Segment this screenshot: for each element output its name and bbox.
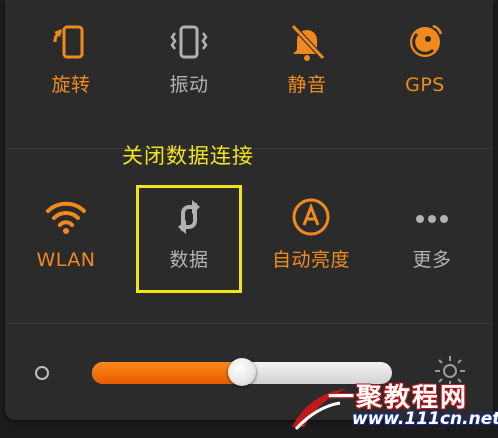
mute-icon <box>291 24 325 61</box>
toggle-wlan[interactable]: WLAN <box>16 195 116 271</box>
toggle-rotate[interactable]: 旋转 <box>21 20 121 96</box>
toggle-label: 振动 <box>169 74 209 96</box>
toggle-gps[interactable]: GPS <box>375 20 475 96</box>
vibrate-icon <box>170 25 208 59</box>
toggle-row-2: WLAN 数据 自动亮度 更多 <box>5 195 493 285</box>
toggle-data[interactable]: 数据 <box>139 195 239 271</box>
gps-icon <box>410 24 443 57</box>
toggle-label: 静音 <box>287 74 327 96</box>
toggle-label: 自动亮度 <box>271 249 350 271</box>
toggle-label: WLAN <box>36 249 96 271</box>
wifi-icon <box>46 201 86 234</box>
brightness-low-icon <box>35 366 49 380</box>
quick-settings-panel: 旋转 振动 静音 GPS 关闭数据连接 WLAN 数据 自动亮度 更多 <box>5 0 493 420</box>
toggle-more[interactable]: 更多 <box>382 195 482 271</box>
auto-brightness-icon <box>292 198 330 236</box>
more-icon <box>416 215 448 223</box>
watermark: 一聚教程网 www.111cn.net <box>290 375 498 435</box>
brightness-slider-thumb[interactable] <box>228 358 256 386</box>
toggle-mute[interactable]: 静音 <box>257 20 357 96</box>
toggle-auto-brightness[interactable]: 自动亮度 <box>261 195 361 271</box>
rotate-icon <box>53 25 84 59</box>
toggle-row-1: 旋转 振动 静音 GPS <box>5 20 493 110</box>
toggle-label: 更多 <box>412 249 452 271</box>
toggle-label: GPS <box>405 74 445 96</box>
brightness-slider-fill <box>92 362 242 384</box>
annotation-text: 关闭数据连接 <box>122 144 254 168</box>
watermark-line2: www.111cn.net <box>352 409 498 429</box>
toggle-label: 旋转 <box>51 74 91 96</box>
data-icon <box>178 200 200 234</box>
toggle-label: 数据 <box>169 249 209 271</box>
toggle-vibrate[interactable]: 振动 <box>139 20 239 96</box>
divider <box>5 323 493 324</box>
